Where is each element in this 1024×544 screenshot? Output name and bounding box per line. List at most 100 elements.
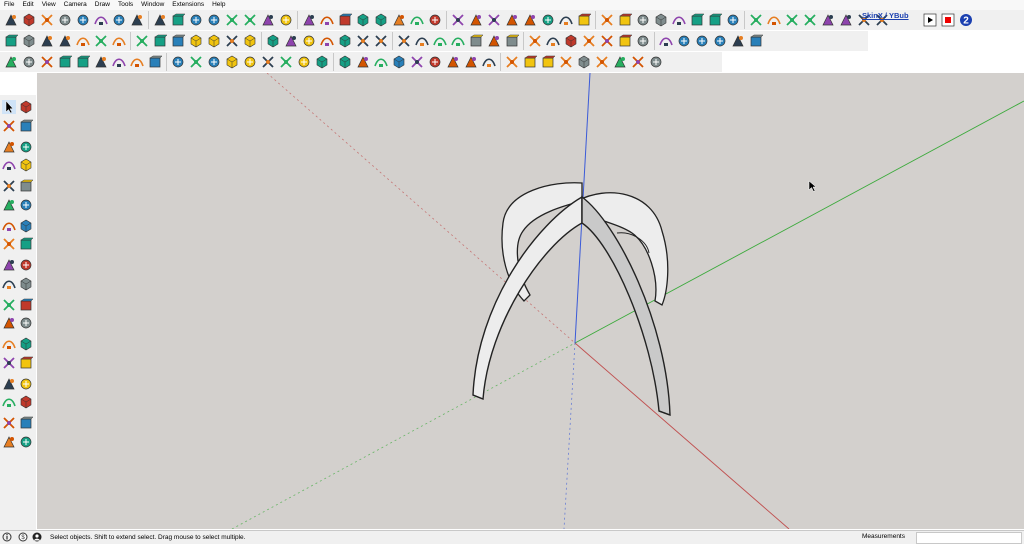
cube-edit-icon[interactable] [676,33,692,49]
wave-icon[interactable] [504,33,520,49]
paint-icon[interactable] [2,119,16,133]
face-icon[interactable] [522,12,538,28]
menu-tools[interactable]: Tools [114,0,137,10]
stamp-icon[interactable] [93,12,109,28]
paint-bucket-icon[interactable] [414,33,430,49]
menu-edit[interactable]: Edit [18,0,37,10]
spline-icon[interactable] [278,12,294,28]
walk-icon[interactable] [2,435,16,449]
dimension-tool-icon[interactable] [3,12,19,28]
sweep-icon[interactable] [319,12,335,28]
hatch-icon[interactable] [707,12,723,28]
cube-3d-icon[interactable] [463,54,479,70]
rectangle-icon[interactable] [2,158,16,172]
paint-icon[interactable] [242,12,258,28]
cubes-icon[interactable] [635,33,651,49]
menu-view[interactable]: View [38,0,60,10]
cursor-hand-icon[interactable] [75,12,91,28]
pencil-icon[interactable] [2,140,16,154]
protractor-icon[interactable] [576,54,592,70]
layer-icon[interactable] [838,12,854,28]
zoom-extents-icon[interactable] [2,395,16,409]
box-d-icon[interactable] [337,33,353,49]
stop-red-icon[interactable] [940,12,956,28]
smart-extrude-icon[interactable] [3,33,19,49]
stack-icon[interactable] [730,33,746,49]
window-a-icon[interactable] [373,54,389,70]
line-icon[interactable] [355,12,371,28]
text-icon[interactable] [19,298,33,312]
offset-icon[interactable] [19,277,33,291]
box-open-icon[interactable] [481,54,497,70]
bend-a-icon[interactable] [468,33,484,49]
match-icon[interactable] [296,54,312,70]
circle-icon[interactable] [558,54,574,70]
menu-file[interactable]: File [0,0,18,10]
component-icon[interactable] [265,33,281,49]
textured-icon[interactable] [188,54,204,70]
mono-icon[interactable] [206,54,222,70]
box-c-icon[interactable] [319,33,335,49]
viewport-canvas[interactable] [37,73,1024,529]
polygon-icon[interactable] [19,179,33,193]
cross-icon[interactable] [545,33,561,49]
protractor-icon[interactable] [2,316,16,330]
flip-icon[interactable] [540,12,556,28]
scissors-icon[interactable] [527,33,543,49]
door-icon[interactable] [671,12,687,28]
scene-icon[interactable] [802,12,818,28]
follow-me-icon[interactable] [19,258,33,272]
curve-icon[interactable] [391,12,407,28]
shell-icon[interactable] [504,12,520,28]
scale-icon[interactable] [188,12,204,28]
xray-icon[interactable] [111,54,127,70]
help-plugin-icon[interactable]: 2 [958,12,974,28]
render-icon[interactable] [725,12,741,28]
beam-icon[interactable] [617,12,633,28]
weld-icon[interactable] [450,33,466,49]
material-icon[interactable] [748,12,764,28]
three-point-arc-icon[interactable] [19,219,33,233]
front-view-icon[interactable] [39,54,55,70]
tag-small-icon[interactable] [522,54,538,70]
user-account-icon[interactable] [32,532,42,542]
smart-offset-icon[interactable] [39,33,55,49]
left-view-icon[interactable] [93,54,109,70]
eraser-icon[interactable] [152,12,168,28]
rotate-icon[interactable] [2,258,16,272]
axes-icon[interactable] [594,54,610,70]
shaded-icon[interactable] [170,54,186,70]
triangle-icon[interactable] [540,54,556,70]
back-view-icon[interactable] [75,54,91,70]
position-camera-icon[interactable] [2,416,16,430]
rotate-icon[interactable] [224,12,240,28]
select-icon[interactable] [2,100,16,114]
smart-bevel-icon[interactable] [57,33,73,49]
lock-icon[interactable] [427,54,443,70]
diamond-icon[interactable] [712,33,728,49]
move-icon[interactable] [206,12,222,28]
rotated-rect-icon[interactable] [19,158,33,172]
teapot-icon[interactable] [314,54,330,70]
section-icon[interactable] [19,337,33,351]
arc-icon[interactable] [2,198,16,212]
modeling-viewport[interactable] [37,73,1024,529]
section-plane-icon[interactable] [355,54,371,70]
pattern-icon[interactable] [188,33,204,49]
arc-icon[interactable] [373,12,389,28]
window-b-icon[interactable] [391,54,407,70]
pan-icon[interactable] [19,356,33,370]
grid-flat-icon[interactable] [748,33,764,49]
window-icon[interactable] [653,12,669,28]
sandbox-icon[interactable] [468,12,484,28]
layout-icon[interactable] [206,33,222,49]
info-icon[interactable] [2,532,12,542]
stop-icon[interactable] [39,12,55,28]
freehand-icon[interactable] [19,140,33,154]
edges-icon[interactable] [224,54,240,70]
record-icon[interactable] [922,12,938,28]
look-around-icon[interactable] [19,416,33,430]
mirror-icon[interactable] [450,12,466,28]
warehouse-icon[interactable] [504,54,520,70]
path-icon[interactable] [427,12,443,28]
